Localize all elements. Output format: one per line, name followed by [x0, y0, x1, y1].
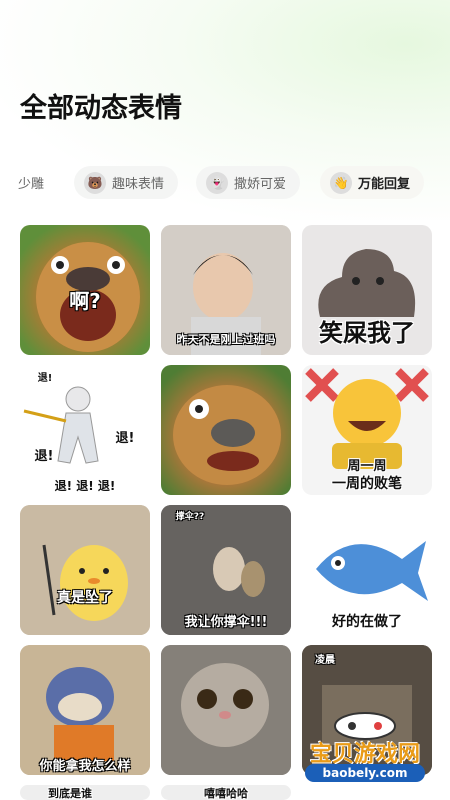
- sticker-caption: 到底是谁: [48, 787, 92, 800]
- cat-photo: [161, 645, 291, 775]
- sticker-caption: 笑屎我了: [319, 319, 415, 347]
- tab-label: 万能回复: [358, 177, 411, 192]
- sticker-item[interactable]: 退! 退! 退! 退! 退! 退!: [20, 365, 150, 495]
- sticker-caption: 嘻嘻哈哈: [204, 787, 248, 800]
- bear-icon: 🐻: [84, 171, 106, 194]
- sticker-caption: 撑伞??: [175, 512, 205, 522]
- sticker-item[interactable]: [161, 645, 291, 775]
- sticker-caption: 退!: [34, 449, 54, 464]
- category-tabs: 少雕 🐻 趣味表情 👻 撒娇可爱 👋 万能回复: [0, 166, 450, 200]
- tab-partial[interactable]: 少雕: [18, 166, 58, 199]
- ghost-icon: 👻: [206, 171, 228, 194]
- sticker-item[interactable]: 撑伞?? 我让你撑伞!!!: [161, 505, 291, 635]
- page-title: 全部动态表情: [20, 93, 182, 124]
- sticker-item[interactable]: 嘻嘻哈哈: [161, 785, 291, 800]
- sticker-item[interactable]: 昨天不是刚上过班吗: [161, 225, 291, 355]
- sticker-item[interactable]: 真是坠了: [20, 505, 150, 635]
- sticker-caption: 啊?: [69, 289, 101, 313]
- hand-icon: 👋: [330, 171, 352, 194]
- sticker-item[interactable]: [161, 365, 291, 495]
- sticker-caption: 退!: [37, 373, 53, 384]
- gamepad-icon: [334, 712, 396, 740]
- sticker-caption: 我让你撑伞!!!: [184, 615, 268, 630]
- tab-fun-stickers[interactable]: 🐻 趣味表情: [74, 166, 179, 199]
- sticker-item[interactable]: 好的在做了: [302, 505, 432, 635]
- tab-cute[interactable]: 👻 撒娇可爱: [196, 166, 301, 199]
- tab-label: 少雕: [18, 177, 45, 192]
- sticker-item[interactable]: 笑屎我了: [302, 225, 432, 355]
- sticker-item[interactable]: 你能拿我怎么样: [20, 645, 150, 775]
- chick-illustration: [20, 505, 150, 635]
- sticker-caption: 你能拿我怎么样: [39, 759, 131, 774]
- watermark: 宝贝游戏网 baobely.com: [280, 700, 450, 790]
- sticker-item[interactable]: 到底是谁: [20, 785, 150, 800]
- sticker-caption: 退! 退! 退!: [54, 479, 116, 493]
- bear-illustration: [173, 385, 281, 485]
- sticker-item[interactable]: 啊?: [20, 225, 150, 355]
- sticker-caption: 一周的败笔: [332, 476, 402, 492]
- sticker-caption: 周一周: [347, 459, 387, 474]
- tab-universal-reply[interactable]: 👋 万能回复: [320, 166, 425, 199]
- sticker-caption: 凌晨: [315, 655, 335, 666]
- sticker-caption: 真是坠了: [57, 590, 113, 606]
- tab-label: 撒娇可爱: [234, 177, 287, 192]
- watermark-url: baobely.com: [305, 764, 425, 782]
- tab-label: 趣味表情: [112, 177, 165, 192]
- sticker-caption: 昨天不是刚上过班吗: [176, 333, 276, 346]
- sticker-item[interactable]: 周一周 一周的败笔: [302, 365, 432, 495]
- sticker-caption: 好的在做了: [332, 614, 402, 630]
- sticker-caption: 退!: [115, 431, 135, 446]
